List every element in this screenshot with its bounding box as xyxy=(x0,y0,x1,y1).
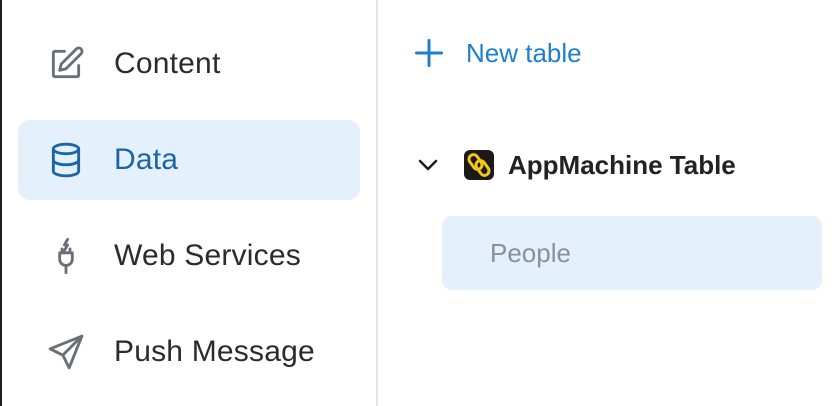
new-table-button[interactable]: New table xyxy=(414,32,582,74)
sidebar-item-web-services[interactable]: Web Services xyxy=(18,216,360,296)
sidebar: Content Data Web Services Push Message xyxy=(2,0,376,406)
appmachine-logo-icon xyxy=(464,150,494,180)
table-group-row: AppMachine Table xyxy=(416,146,736,184)
sidebar-item-label: Push Message xyxy=(114,335,315,368)
plus-icon xyxy=(414,38,444,68)
table-group-title: AppMachine Table xyxy=(508,149,736,180)
table-item-label: People xyxy=(490,237,571,268)
data-panel: New table AppMachine Table People xyxy=(378,0,834,406)
edit-icon xyxy=(46,44,86,84)
new-table-label: New table xyxy=(466,37,582,68)
sidebar-item-push-message[interactable]: Push Message xyxy=(18,312,360,392)
table-item-people[interactable]: People xyxy=(442,216,822,290)
database-icon xyxy=(46,140,86,180)
plug-icon xyxy=(46,236,86,276)
sidebar-item-content[interactable]: Content xyxy=(18,24,360,104)
app-window: Content Data Web Services Push Message N… xyxy=(0,0,834,406)
sidebar-item-label: Content xyxy=(114,47,221,80)
sidebar-item-label: Web Services xyxy=(114,239,301,272)
chevron-down-icon[interactable] xyxy=(416,153,440,177)
sidebar-item-data[interactable]: Data xyxy=(18,120,360,200)
send-icon xyxy=(46,332,86,372)
sidebar-item-label: Data xyxy=(114,143,179,176)
